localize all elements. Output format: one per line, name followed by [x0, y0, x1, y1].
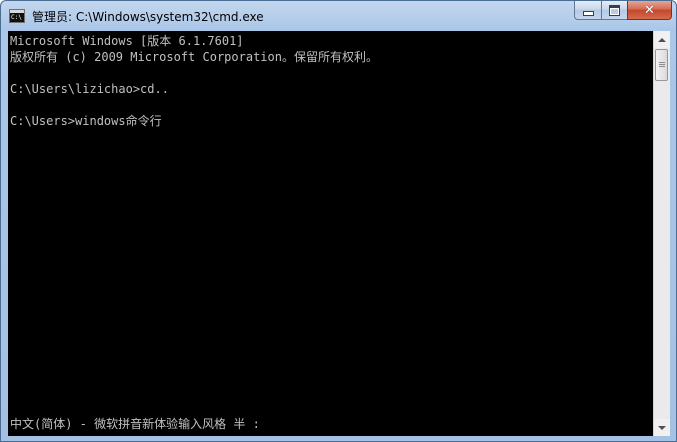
console-line: 版权所有 (c) 2009 Microsoft Corporation。保留所有…: [10, 50, 378, 64]
console-line: Microsoft Windows [版本 6.1.7601]: [10, 34, 244, 48]
close-button[interactable]: ✕: [627, 1, 672, 20]
title-bar[interactable]: C:\ 管理员: C:\Windows\system32\cmd.exe ✕: [1, 1, 676, 31]
grip-line: [659, 66, 665, 67]
window-title: 管理员: C:\Windows\system32\cmd.exe: [32, 10, 264, 24]
minimize-icon: [582, 11, 594, 16]
arrow-up-icon: [658, 37, 666, 42]
console-output[interactable]: Microsoft Windows [版本 6.1.7601] 版权所有 (c)…: [8, 31, 653, 436]
scroll-thumb[interactable]: [655, 49, 668, 81]
console-prompt-line: C:\Users>windows命令行: [10, 114, 162, 128]
grip-line: [659, 64, 665, 65]
minimize-button[interactable]: [574, 1, 601, 20]
maximize-button[interactable]: [601, 1, 627, 20]
grip-line: [659, 62, 665, 63]
scroll-up-button[interactable]: [654, 31, 670, 48]
scroll-down-button[interactable]: [654, 419, 670, 436]
ime-status-line: 中文(简体) - 微软拼音新体验输入风格 半 :: [10, 417, 260, 431]
vertical-scrollbar[interactable]: [653, 31, 670, 436]
console-line: C:\Users\lizichao>cd..: [10, 82, 169, 96]
console-window: C:\ 管理员: C:\Windows\system32\cmd.exe ✕ M…: [0, 0, 677, 442]
arrow-down-icon: [658, 425, 666, 430]
maximize-icon: [609, 4, 620, 16]
cmd-icon[interactable]: C:\: [9, 9, 25, 23]
caption-buttons: ✕: [574, 1, 672, 21]
cmd-icon-text: C:\: [11, 14, 22, 21]
close-icon: ✕: [644, 2, 655, 18]
